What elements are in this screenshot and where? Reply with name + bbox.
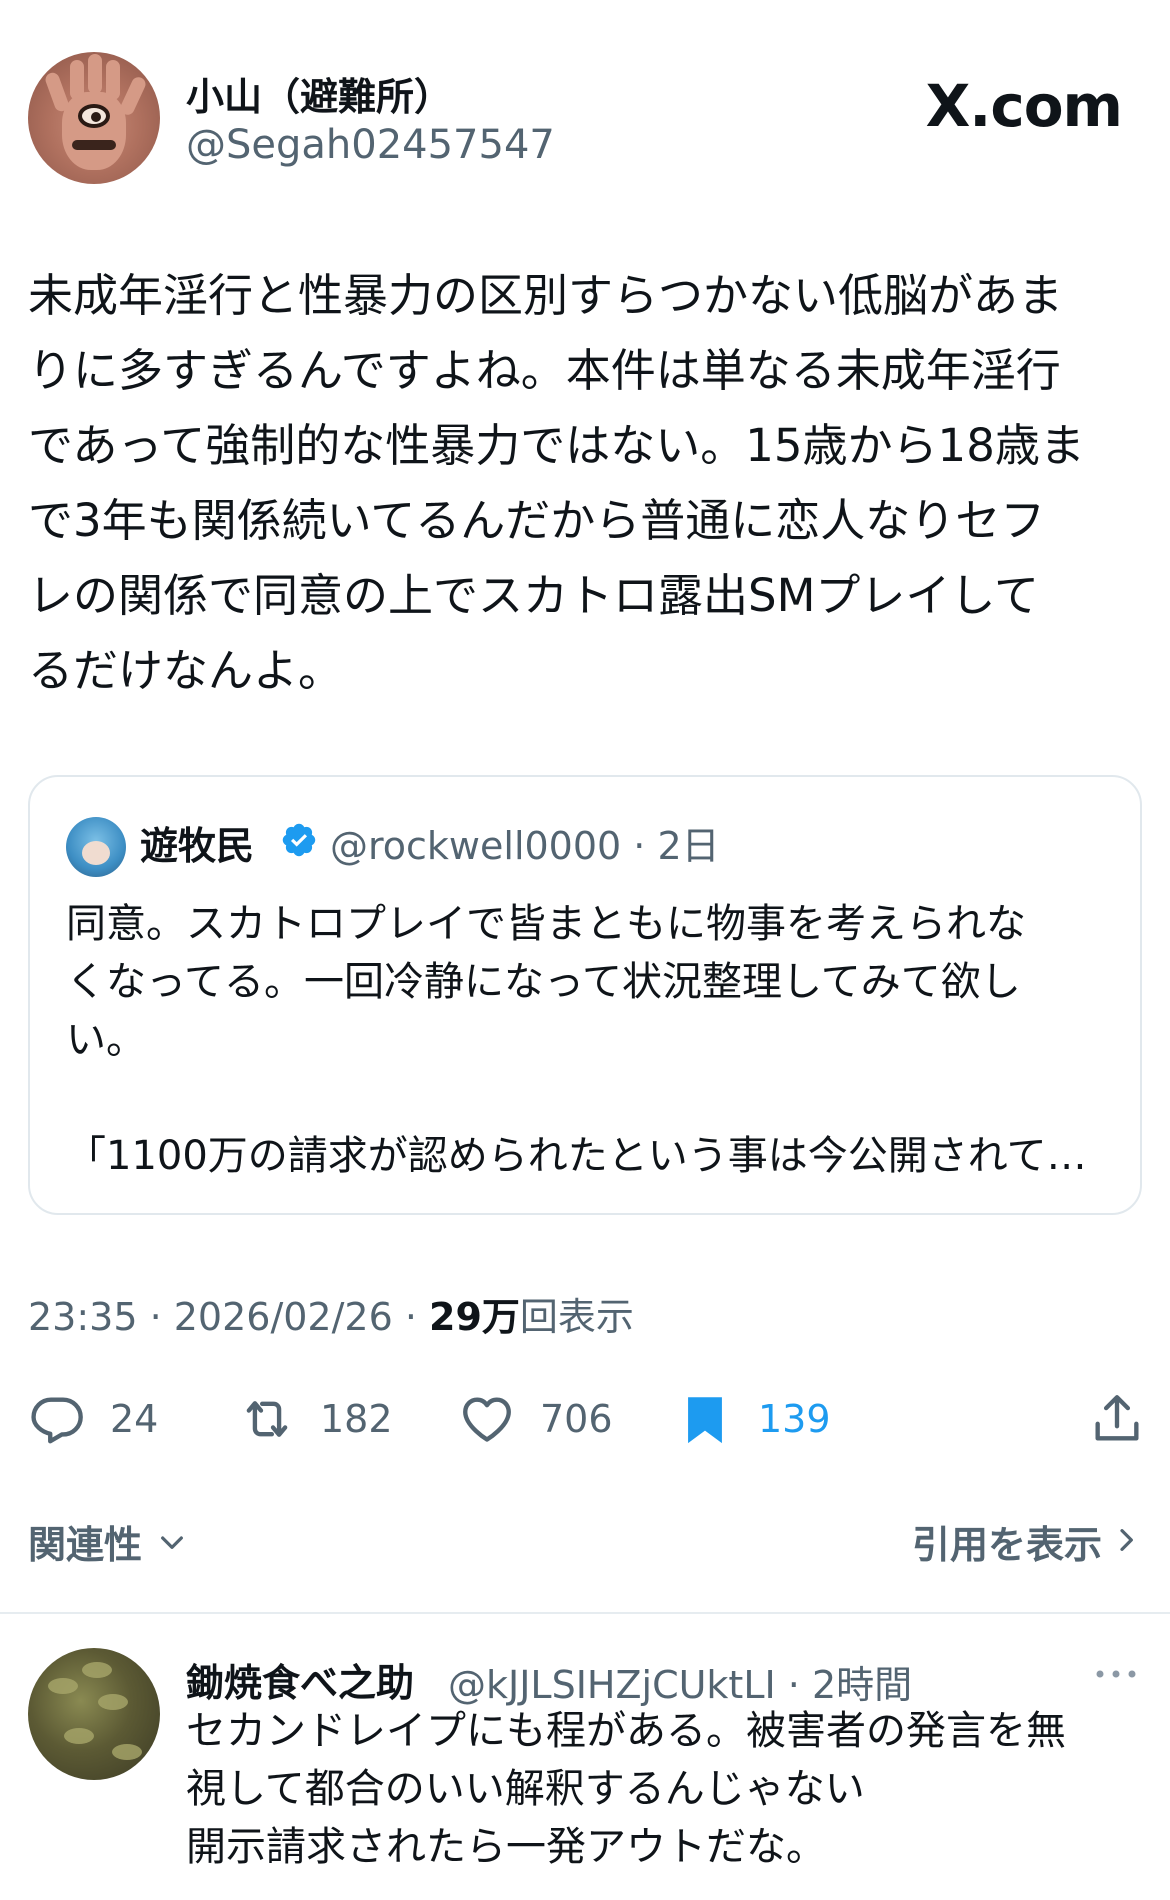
like-count: 706 [540, 1397, 613, 1441]
replies-sort-row: 関連性 引用を表示 [28, 1510, 1142, 1570]
quoted-tweet-card[interactable]: 遊牧民 @rockwell0000 · 2日 同意。スカトロプレイで皆まともに物… [28, 775, 1142, 1215]
reply-text-line: 視して都合のいい解釈するんじゃない [186, 1766, 865, 1812]
reply-text-line: セカンドレイプにも程がある。被害者の発言を無 [186, 1708, 1066, 1754]
quoted-text-line [66, 1069, 1106, 1127]
bookmark-count: 139 [758, 1397, 831, 1441]
more-options-icon[interactable] [1092, 1662, 1140, 1686]
section-divider [0, 1612, 1170, 1614]
reply-author-avatar[interactable] [28, 1648, 160, 1780]
bookmark-button[interactable]: 139 [676, 1384, 831, 1454]
x-logo: X.com [925, 72, 1123, 140]
verified-badge-icon [282, 823, 316, 857]
tweet-text-line: レの関係で同意の上でスカトロ露出SMプレイして [28, 569, 1040, 622]
tweet-text-line: で3年も関係続いてるんだから普通に恋人なりセフ [28, 494, 1046, 547]
views-count: 29万 [429, 1295, 520, 1339]
reply-button[interactable]: 24 [28, 1384, 158, 1454]
quoted-text-line: くなってる。一回冷静になって状況整理してみて欲し [66, 959, 1021, 1005]
tweet-text-line: 未成年淫行と性暴力の区別すらつかない低脳があま [28, 269, 1064, 322]
like-button[interactable]: 706 [458, 1384, 613, 1454]
heart-icon [463, 1397, 511, 1442]
quoted-text-line: 同意。スカトロプレイで皆まともに物事を考えられな [66, 901, 1026, 947]
reply-count: 24 [110, 1397, 159, 1441]
action-bar: 24 182 706 139 [28, 1384, 1142, 1454]
tweet-text-line: りに多すぎるんですよね。本件は単なる未成年淫行 [28, 344, 1061, 397]
reply-handle-time[interactable]: @kJJLSIHZjCUktLI · 2時間 [448, 1654, 912, 1709]
repost-icon [246, 1401, 288, 1437]
tweet-timestamp: 23:35 · 2026/02/26 · 29万回表示 [28, 1286, 634, 1341]
tweet-text-line: るだけなんよ。 [28, 644, 344, 697]
repost-count: 182 [320, 1397, 393, 1441]
bookmark-icon [688, 1397, 722, 1444]
author-handle[interactable]: @Segah02457547 [186, 122, 555, 168]
time-date[interactable]: 23:35 · 2026/02/26 · [28, 1295, 429, 1339]
author-display-name[interactable]: 小山（避難所） [186, 66, 452, 121]
chevron-right-icon[interactable] [1110, 1524, 1142, 1556]
repost-button[interactable]: 182 [238, 1384, 393, 1454]
chevron-down-icon[interactable] [156, 1526, 188, 1558]
share-icon [1095, 1395, 1139, 1441]
reply-item[interactable]: 鋤焼食べ之助 @kJJLSIHZjCUktLI · 2時間 セカンドレイプにも程… [28, 1648, 1142, 1900]
reply-icon [31, 1397, 83, 1444]
quoted-author-name[interactable]: 遊牧民 [140, 815, 254, 870]
share-button[interactable] [1088, 1384, 1146, 1454]
tweet-header: 小山（避難所） @Segah02457547 X.com [28, 52, 1142, 188]
tweet-text: 未成年淫行と性暴力の区別すらつかない低脳があま りに多すぎるんですよね。本件は単… [28, 258, 1143, 708]
quoted-handle-time[interactable]: @rockwell0000 · 2日 [330, 815, 720, 870]
reply-text: セカンドレイプにも程がある。被害者の発言を無 視して都合のいい解釈するんじゃない… [186, 1702, 1146, 1876]
quoted-author-avatar[interactable] [66, 817, 126, 877]
views-label: 回表示 [519, 1295, 634, 1339]
tweet-text-line: であって強制的な性暴力ではない。15歳から18歳ま [28, 419, 1085, 472]
quoted-text-line: い。 [66, 1017, 146, 1063]
author-avatar[interactable] [28, 52, 160, 184]
view-quotes-link[interactable]: 引用を表示 [912, 1514, 1102, 1569]
quoted-text-line: 「1100万の請求が認められたという事は今公開されて… [66, 1133, 1087, 1179]
reply-author-name[interactable]: 鋤焼食べ之助 [186, 1652, 414, 1707]
quoted-tweet-text: 同意。スカトロプレイで皆まともに物事を考えられな くなってる。一回冷静になって状… [66, 895, 1106, 1185]
reply-text-line: 開示請求されたら一発アウトだな。 [186, 1824, 826, 1870]
sort-dropdown[interactable]: 関連性 [28, 1514, 142, 1569]
